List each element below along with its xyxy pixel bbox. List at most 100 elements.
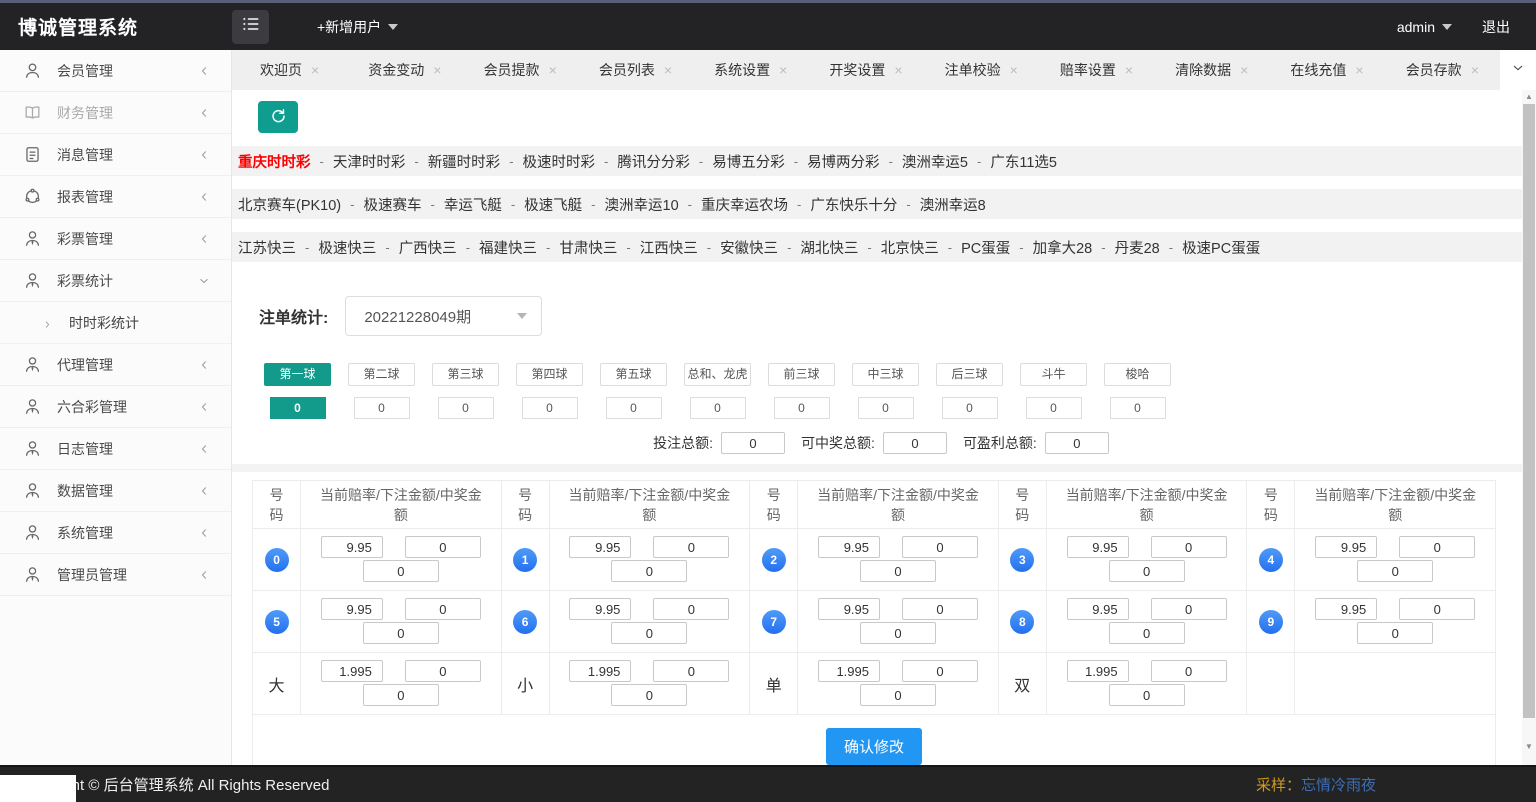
sidebar-subitem[interactable]: 时时彩统计 (0, 302, 231, 344)
tab-close-icon[interactable]: × (1471, 62, 1479, 78)
number-badge[interactable]: 8 (1010, 610, 1034, 634)
ball-tab-button[interactable]: 第三球 (432, 363, 499, 386)
tab-close-icon[interactable]: × (664, 62, 672, 78)
tab-item[interactable]: 会员列表× (578, 50, 693, 90)
tab-close-icon[interactable]: × (1355, 62, 1363, 78)
odds-input[interactable] (1315, 598, 1377, 620)
lottery-link[interactable]: 易博两分彩 (807, 151, 880, 172)
odds-input[interactable] (1067, 660, 1129, 682)
refresh-button[interactable] (258, 101, 298, 133)
ball-tab-button[interactable]: 第五球 (600, 363, 667, 386)
lottery-link[interactable]: 重庆时时彩 (238, 151, 311, 172)
ball-tab-button[interactable]: 第二球 (348, 363, 415, 386)
bet-amount-input[interactable] (405, 536, 481, 558)
number-badge[interactable]: 2 (762, 548, 786, 572)
number-badge[interactable]: 3 (1010, 548, 1034, 572)
odds-input[interactable] (321, 660, 383, 682)
sidebar-item[interactable]: 六合彩管理 (0, 386, 231, 428)
sidebar-item[interactable]: 系统管理 (0, 512, 231, 554)
total-input[interactable] (721, 432, 785, 454)
tab-overflow-button[interactable] (1500, 50, 1536, 90)
tab-close-icon[interactable]: × (1240, 62, 1248, 78)
number-badge[interactable]: 1 (513, 548, 537, 572)
lottery-link[interactable]: 极速时时彩 (523, 151, 596, 172)
lottery-link[interactable]: 广西快三 (399, 237, 457, 258)
lottery-link[interactable]: 极速快三 (318, 237, 376, 258)
sidebar-item[interactable]: 财务管理 (0, 92, 231, 134)
number-badge[interactable]: 7 (762, 610, 786, 634)
sample-value-link[interactable]: 忘情冷雨夜 (1301, 777, 1376, 794)
period-select[interactable]: 20221228049期 (345, 296, 542, 336)
bet-amount-input[interactable] (653, 536, 729, 558)
ball-tab-button[interactable]: 总和、龙虎 (684, 363, 751, 386)
sidebar-item[interactable]: 报表管理 (0, 176, 231, 218)
odds-input[interactable] (1067, 536, 1129, 558)
lottery-link[interactable]: 易博五分彩 (712, 151, 785, 172)
tab-item[interactable]: 系统设置× (693, 50, 808, 90)
lottery-link[interactable]: 江苏快三 (238, 237, 296, 258)
bet-amount-input[interactable] (1399, 598, 1475, 620)
bet-amount-input[interactable] (902, 598, 978, 620)
bet-amount-input[interactable] (1151, 660, 1227, 682)
number-badge[interactable]: 0 (265, 548, 289, 572)
tab-item[interactable]: 开奖设置× (808, 50, 923, 90)
logout-button[interactable]: 退出 (1482, 17, 1510, 37)
total-input[interactable] (1045, 432, 1109, 454)
win-amount-input[interactable] (860, 560, 936, 582)
odds-input[interactable] (321, 536, 383, 558)
lottery-link[interactable]: 加拿大28 (1033, 237, 1093, 258)
odds-input[interactable] (1067, 598, 1129, 620)
lottery-link[interactable]: 极速PC蛋蛋 (1182, 237, 1260, 258)
tab-close-icon[interactable]: × (779, 62, 787, 78)
scroll-up-icon[interactable]: ▲ (1522, 90, 1536, 103)
win-amount-input[interactable] (1109, 622, 1185, 644)
tab-item[interactable]: 清除数据× (1154, 50, 1269, 90)
win-amount-input[interactable] (1109, 684, 1185, 706)
bet-amount-input[interactable] (1399, 536, 1475, 558)
sidebar-item[interactable]: 彩票管理 (0, 218, 231, 260)
ball-tab-button[interactable]: 第一球 (264, 363, 331, 386)
lottery-link[interactable]: 丹麦28 (1115, 237, 1160, 258)
ball-tab-button[interactable]: 第四球 (516, 363, 583, 386)
ball-tab-button[interactable]: 前三球 (768, 363, 835, 386)
lottery-link[interactable]: 广东11选5 (990, 151, 1057, 172)
lottery-link[interactable]: 重庆幸运农场 (701, 194, 788, 215)
number-badge[interactable]: 4 (1259, 548, 1283, 572)
lottery-link[interactable]: 澳洲幸运8 (920, 194, 986, 215)
tab-close-icon[interactable]: × (549, 62, 557, 78)
win-amount-input[interactable] (611, 622, 687, 644)
tab-item[interactable]: 会员存款× (1385, 50, 1500, 90)
tab-close-icon[interactable]: × (1010, 62, 1018, 78)
number-badge[interactable]: 9 (1259, 610, 1283, 634)
bet-amount-input[interactable] (653, 598, 729, 620)
tab-item[interactable]: 在线充值× (1269, 50, 1384, 90)
bet-amount-input[interactable] (1151, 598, 1227, 620)
lottery-link[interactable]: 幸运飞艇 (444, 194, 502, 215)
ball-tab-button[interactable]: 后三球 (936, 363, 1003, 386)
scrollbar-thumb[interactable] (1523, 104, 1535, 718)
lottery-link[interactable]: 天津时时彩 (333, 151, 406, 172)
scroll-down-icon[interactable]: ▼ (1522, 740, 1536, 753)
ball-tab-button[interactable]: 中三球 (852, 363, 919, 386)
lottery-link[interactable]: 甘肃快三 (559, 237, 617, 258)
odds-input[interactable] (818, 598, 880, 620)
sidebar-item[interactable]: 代理管理 (0, 344, 231, 386)
lottery-link[interactable]: 安徽快三 (720, 237, 778, 258)
bet-amount-input[interactable] (405, 660, 481, 682)
tab-item[interactable]: 资金变动× (347, 50, 462, 90)
tab-close-icon[interactable]: × (1125, 62, 1133, 78)
odds-input[interactable] (1315, 536, 1377, 558)
tab-close-icon[interactable]: × (433, 62, 441, 78)
sidebar-toggle-button[interactable] (232, 10, 269, 44)
win-amount-input[interactable] (611, 560, 687, 582)
tab-item[interactable]: 赔率设置× (1039, 50, 1154, 90)
total-input[interactable] (883, 432, 947, 454)
lottery-link[interactable]: 福建快三 (479, 237, 537, 258)
bet-amount-input[interactable] (1151, 536, 1227, 558)
tab-item[interactable]: 欢迎页× (232, 50, 347, 90)
lottery-link[interactable]: 极速飞艇 (524, 194, 582, 215)
lottery-link[interactable]: 湖北快三 (800, 237, 858, 258)
ball-tab-button[interactable]: 斗牛 (1020, 363, 1087, 386)
lottery-link[interactable]: 腾讯分分彩 (617, 151, 690, 172)
number-badge[interactable]: 6 (513, 610, 537, 634)
